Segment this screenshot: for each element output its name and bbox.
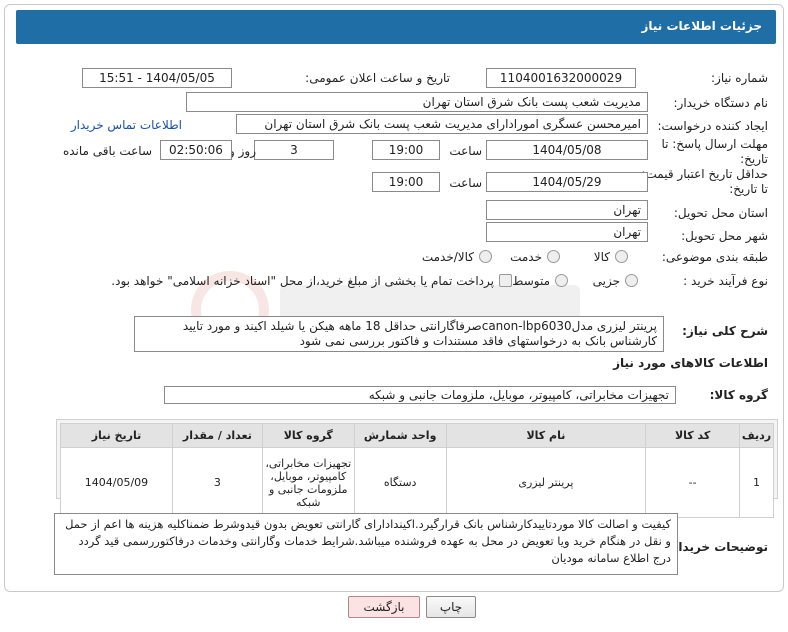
city-label: شهر محل تحویل: [681,229,768,243]
price-time-field: 19:00 [372,172,440,192]
goods-info-title: اطلاعات کالاهای مورد نیاز [613,356,768,370]
goods-group-label: گروه کالا: [709,388,768,402]
category-radio-both[interactable] [479,250,492,263]
remaining-label: ساعت باقی مانده [62,144,152,158]
reply-deadline-label: مهلت ارسال پاسخ: تا [661,137,768,151]
category-radio-goods[interactable] [615,250,628,263]
announce-field: 1404/05/05 - 15:51 [82,68,232,88]
reply-time-field: 19:00 [372,140,440,160]
days-field: 3 [254,140,334,160]
goods-group-field: تجهیزات مخابراتی، کامپیوتر، موبایل، ملزو… [164,386,676,404]
col-date: تاریخ نیاز [60,423,173,448]
table-row: 1 -- پرینتر لیزری دستگاه تجهیزات مخابرات… [60,447,774,518]
cell-qty: 3 [171,447,263,518]
general-desc-label: شرح کلی نیاز: [682,324,768,338]
reply-date-field: 1404/05/08 [486,140,648,160]
requester-label: ایجاد کننده درخواست: [657,119,768,133]
announce-label: تاریخ و ساعت اعلان عمومی: [305,71,450,85]
buyer-org-label: نام دستگاه خریدار: [673,96,769,110]
category-radio-service[interactable] [547,250,560,263]
col-code: کد کالا [645,423,741,448]
reply-time-label: ساعت [449,144,482,158]
process-radio-minor[interactable] [625,274,638,287]
payment-note: پرداخت تمام یا بخشی از مبلغ خرید،از محل … [111,274,494,288]
cell-unit: دستگاه [353,447,447,518]
category-option-service: خدمت [510,250,542,264]
process-option-minor: جزیی [592,274,620,288]
province-field: تهران [486,200,648,220]
cell-date: 1404/05/09 [60,447,173,518]
reply-deadline-date-label: تاریخ: [740,152,768,166]
treasury-payment-checkbox[interactable] [499,274,512,287]
requester-field: امیرمحسن عسگری امورادارای مدیریت شعب پست… [236,114,648,134]
col-row: ردیف [739,423,774,448]
price-time-label: ساعت [449,176,482,190]
print-button[interactable]: چاپ [426,596,476,618]
items-table: ردیف کد کالا نام کالا واحد شمارش گروه کا… [60,423,774,518]
col-unit: واحد شمارش [353,423,447,448]
cell-code: -- [645,447,741,518]
cell-row: 1 [739,447,774,518]
back-button[interactable]: بازگشت [348,596,420,618]
general-desc-field: پرینتر لیزری مدلcanon-lbp6030صرفاگارانتی… [134,316,664,352]
col-group: گروه کالا [261,423,355,448]
province-label: استان محل تحویل: [673,206,768,220]
cell-name: پرینتر لیزری [445,447,647,518]
remaining-time-field: 02:50:06 [160,140,232,160]
category-label: طبقه بندی موضوعی: [661,250,768,264]
buyer-contact-link[interactable]: اطلاعات تماس خریدار [71,118,182,132]
price-validity-date-label: تا تاریخ: [729,182,768,196]
cell-group: تجهیزات مخابراتی، کامپیوتر، موبایل، ملزو… [261,447,355,518]
city-field: تهران [486,222,648,242]
process-radio-medium[interactable] [555,274,568,287]
buyer-notes-label: توضیحات خریدار: [666,540,768,554]
category-option-both: کالا/خدمت [421,250,474,264]
col-qty: تعداد / مقدار [171,423,263,448]
buyer-org-field: مدیریت شعب پست بانک شرق استان تهران [186,92,648,112]
buyer-notes-field: کیفیت و اصالت کالا موردتاییدکارشناس بانک… [54,513,678,575]
days-label: روز و [229,144,256,158]
category-option-goods: کالا [593,250,610,264]
process-label: نوع فرآیند خرید : [683,274,768,288]
process-option-medium: متوسط [512,274,550,288]
need-number-field: 1104001632000029 [486,68,636,88]
price-date-field: 1404/05/29 [486,172,648,192]
page-header: جزئیات اطلاعات نیاز [16,10,776,44]
col-name: نام کالا [445,423,647,448]
need-number-label: شماره نیاز: [711,71,768,85]
price-validity-label: حداقل تاریخ اعتبار قیمت: [641,167,768,181]
